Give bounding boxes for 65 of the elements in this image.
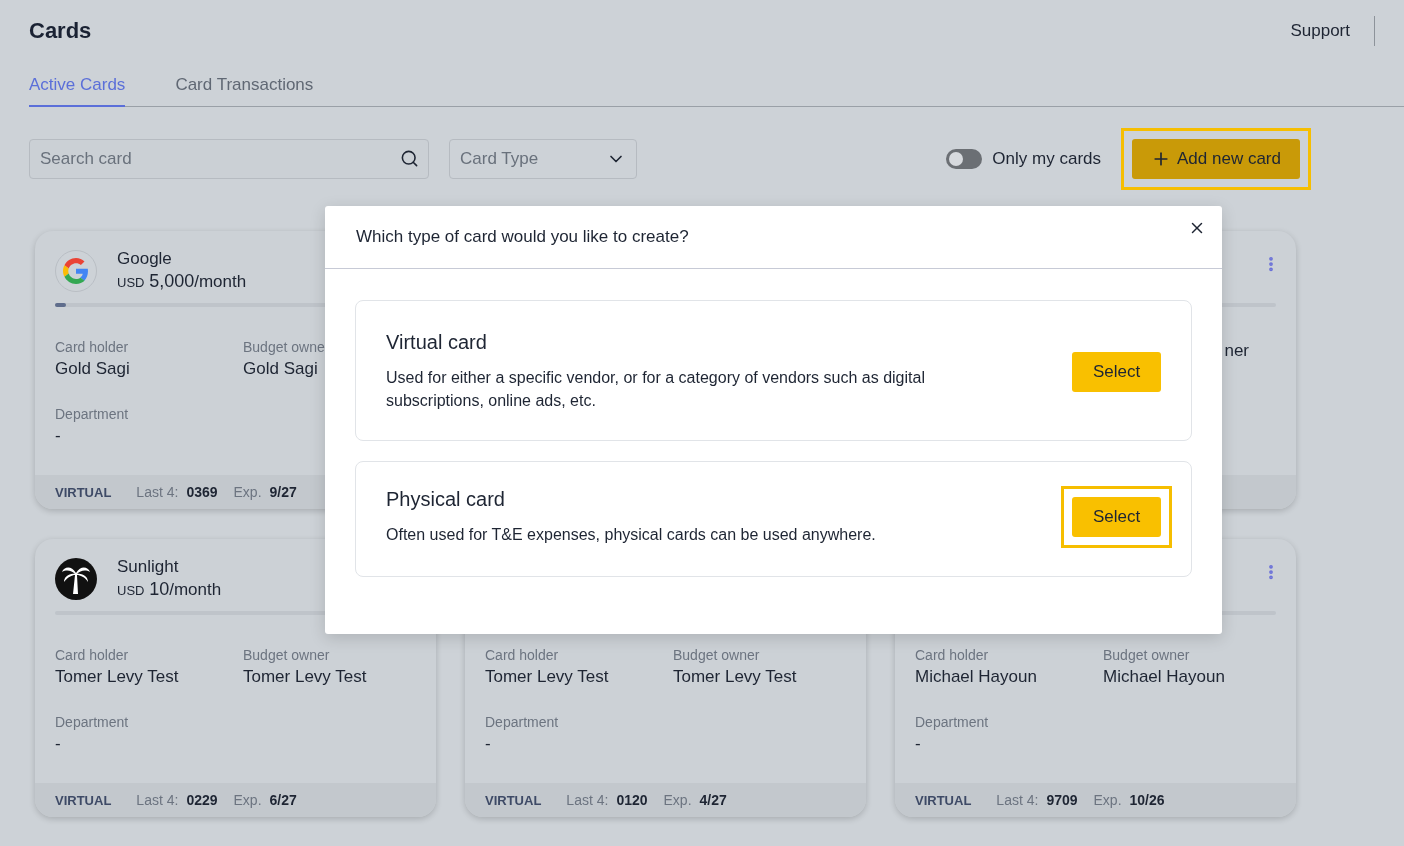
card-type: VIRTUAL: [55, 792, 112, 808]
option-title: Virtual card: [386, 331, 488, 354]
option-description: Used for either a specific vendor, or for a category of vendors such as digital subscriptions, online ads, etc.: [386, 368, 926, 411]
field-label: Department: [55, 713, 130, 731]
field-value: Tomer Levy Test: [485, 666, 609, 688]
tab[interactable]: Card Transactions: [175, 75, 314, 107]
expiry-value: 4/27: [699, 792, 727, 808]
dialog-title: Which type of card would you like to create?: [356, 227, 689, 247]
last4-value: 0229: [186, 792, 218, 808]
last4-value: 9709: [1046, 792, 1078, 808]
option-title: Physical card: [386, 488, 506, 511]
field-value: Gold Sagi: [243, 358, 318, 380]
search-field[interactable]: Search card: [29, 139, 429, 179]
last4-value: 0369: [186, 484, 218, 500]
field-value: Michael Hayoun: [1103, 666, 1225, 688]
merchant-name: Sunlight: [117, 556, 180, 578]
field-value: -: [485, 733, 491, 755]
expiry-label: Exp.: [1093, 792, 1122, 808]
add-card-button[interactable]: Add new card: [1132, 139, 1300, 179]
budget-limit: USD 5,000/month: [117, 270, 247, 293]
field-value: Gold Sagi: [55, 358, 130, 380]
page-title: Cards: [29, 18, 92, 44]
field-label: Budget owner: [243, 646, 331, 664]
toggle-label: Only my cards: [992, 149, 1101, 169]
expiry-value: 9/27: [269, 484, 297, 500]
expiry-value: 6/27: [269, 792, 297, 808]
card-type: VIRTUAL: [915, 792, 972, 808]
budget-limit: USD 10/month: [117, 578, 222, 601]
expiry-label: Exp.: [233, 792, 262, 808]
field-value: Michael Hayoun: [915, 666, 1037, 688]
google-logo-icon: [63, 258, 89, 284]
card-type: VIRTUAL: [55, 484, 112, 500]
field-label: Department: [485, 713, 560, 731]
field-label: Card holder: [915, 646, 990, 664]
field-label: Card holder: [55, 338, 130, 356]
option-description: Often used for T&E expenses, physical cards can be used anywhere.: [386, 525, 876, 545]
field-value: Tomer Levy Test: [243, 666, 367, 688]
toggle-switch[interactable]: [946, 149, 983, 169]
field-value: Tomer Levy Test: [55, 666, 179, 688]
select-button[interactable]: Select: [1072, 351, 1161, 392]
field-value: ner: [1224, 340, 1249, 362]
expiry-value: 10/26: [1129, 792, 1165, 808]
merchant-name: Google: [117, 248, 173, 270]
last4-label: Last 4:: [566, 792, 609, 808]
field-label: Budget owner: [673, 646, 761, 664]
search-icon: [400, 149, 419, 168]
last4-label: Last 4:: [996, 792, 1039, 808]
support-link[interactable]: Support: [1290, 21, 1350, 41]
last4-label: Last 4:: [136, 792, 179, 808]
card-type: VIRTUAL: [485, 792, 542, 808]
last4-value: 0120: [616, 792, 648, 808]
field-label: Card holder: [485, 646, 560, 664]
field-value: -: [55, 733, 61, 755]
field-value: -: [915, 733, 921, 755]
last4-label: Last 4:: [136, 484, 179, 500]
expiry-label: Exp.: [233, 484, 262, 500]
field-label: Budget owner: [1103, 646, 1191, 664]
field-label: Department: [55, 405, 130, 423]
card-type-dropdown[interactable]: Card Type: [449, 139, 637, 179]
field-value: Tomer Levy Test: [673, 666, 797, 688]
expiry-label: Exp.: [663, 792, 692, 808]
field-value: -: [55, 425, 61, 447]
field-label: Card holder: [55, 646, 130, 664]
select-button[interactable]: Select: [1072, 497, 1161, 537]
field-label: Department: [915, 713, 990, 731]
